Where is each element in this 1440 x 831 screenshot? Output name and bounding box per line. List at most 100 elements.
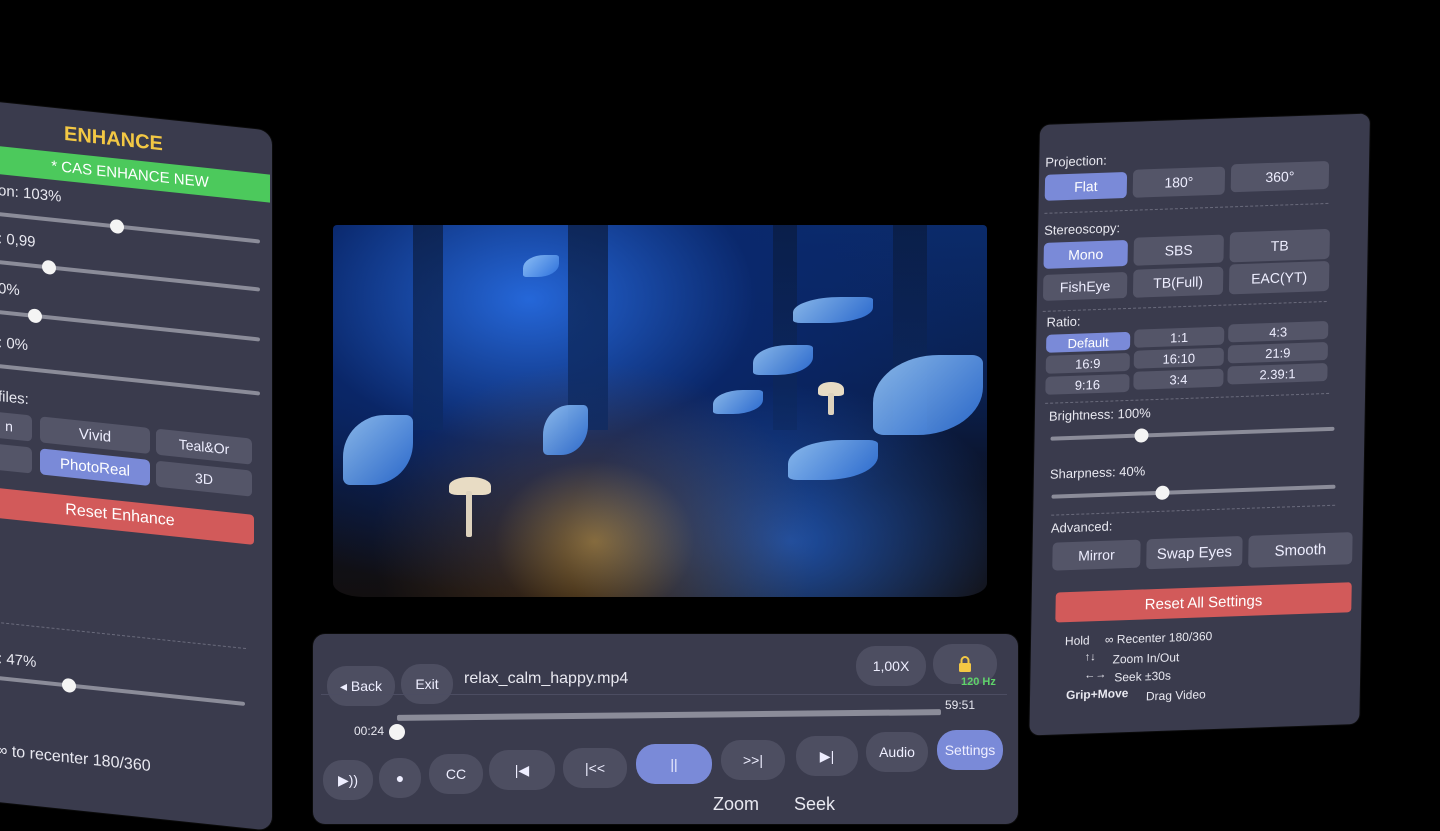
ratio-1-1-button[interactable]: 1:1 [1134, 326, 1225, 348]
next-button[interactable]: ▶| [796, 736, 858, 776]
lock-icon [959, 656, 971, 672]
divider [1051, 504, 1336, 516]
speed-button[interactable]: 1,00X [856, 646, 926, 686]
ratio-9-16-button[interactable]: 9:16 [1045, 373, 1130, 395]
projection-360-button[interactable]: 360° [1230, 160, 1330, 193]
profile-button[interactable] [0, 442, 32, 474]
hint-action: ∞ Recenter 180/360 [1104, 629, 1213, 647]
butterfly [343, 415, 413, 485]
smooth-button[interactable]: Smooth [1248, 532, 1353, 568]
ratio-16-10-button[interactable]: 16:10 [1133, 347, 1224, 369]
divider [0, 620, 246, 650]
slider-label: on: 103% [0, 181, 62, 206]
playback-controls: ◂ Back Exit relax_calm_happy.mp4 1,00X 1… [313, 634, 1018, 824]
stereo-sbs-button[interactable]: SBS [1133, 234, 1224, 266]
reset-enhance-button[interactable]: Reset Enhance [0, 486, 254, 545]
slider-knob[interactable] [42, 259, 56, 276]
profile-vivid-button[interactable]: Vivid [40, 416, 150, 454]
brightness-label: Brightness: 100% [1048, 405, 1151, 424]
profile-3d-button[interactable]: 3D [156, 460, 252, 497]
slider-label: 0% [0, 279, 20, 300]
fast-forward-button[interactable]: >>| [721, 740, 785, 780]
profile-tealor-button[interactable]: Teal&Or [156, 428, 252, 465]
settings-panel: Projection: Flat 180° 360° Stereoscopy: … [1029, 113, 1370, 736]
ratio-16-9-button[interactable]: 16:9 [1045, 352, 1130, 374]
pause-button[interactable]: || [636, 744, 712, 784]
total-duration: 59:51 [945, 698, 976, 712]
profile-button[interactable]: n [0, 410, 32, 442]
record-button[interactable]: ● [379, 758, 421, 798]
divider [1045, 392, 1330, 404]
slider-track[interactable] [0, 259, 260, 292]
hint-action: Seek ±30s [1114, 668, 1172, 685]
seek-knob[interactable] [389, 724, 405, 740]
video-screen[interactable] [333, 225, 987, 597]
profiles-label: files: [0, 387, 29, 409]
sharpness-slider[interactable] [1051, 484, 1336, 499]
forest-trunk [773, 225, 797, 430]
mirror-button[interactable]: Mirror [1052, 539, 1141, 571]
butterfly [543, 405, 588, 455]
slider-label: : 0,99 [0, 229, 36, 251]
slider-track[interactable] [0, 675, 245, 706]
butterfly [788, 440, 878, 480]
back-button[interactable]: ◂ Back [327, 666, 395, 706]
reset-all-settings-button[interactable]: Reset All Settings [1055, 582, 1352, 623]
mushroom-stem [466, 491, 472, 537]
slider-knob[interactable] [28, 308, 42, 324]
brightness-slider[interactable] [1050, 426, 1335, 441]
audio-button[interactable]: Audio [866, 732, 928, 772]
projection-label: Projection: [1045, 152, 1107, 170]
butterfly [873, 355, 983, 435]
ratio-2-39-button[interactable]: 2.39:1 [1227, 362, 1328, 385]
enhance-title: ENHANCE [64, 122, 163, 156]
seek-bar[interactable] [396, 709, 942, 721]
stereo-mono-button[interactable]: Mono [1043, 239, 1128, 269]
slider-label: : 0% [0, 333, 29, 355]
ratio-21-9-button[interactable]: 21:9 [1227, 341, 1328, 364]
butterfly [713, 390, 763, 414]
slider-knob[interactable] [110, 218, 124, 235]
sharpness-label: Sharpness: 40% [1049, 463, 1146, 482]
hint-key: Grip+Move [1065, 685, 1129, 703]
projection-flat-button[interactable]: Flat [1044, 171, 1128, 201]
volume-button[interactable]: ▶)) [323, 760, 373, 800]
hint-key: ↑↓ [1084, 651, 1096, 664]
ratio-3-4-button[interactable]: 3:4 [1133, 368, 1224, 390]
video-filename: relax_calm_happy.mp4 [464, 670, 629, 687]
hint-key: ←→ [1084, 668, 1107, 682]
slider-knob[interactable] [62, 677, 76, 694]
advanced-label: Advanced: [1050, 518, 1113, 536]
exit-button[interactable]: Exit [401, 664, 453, 704]
refresh-rate-label: 120 Hz [961, 676, 996, 688]
mushroom-stem [828, 393, 834, 415]
sharpness-knob[interactable] [1155, 485, 1170, 501]
settings-button[interactable]: Settings [937, 730, 1003, 770]
swap-eyes-button[interactable]: Swap Eyes [1146, 535, 1243, 570]
captions-button[interactable]: CC [429, 754, 483, 794]
profile-photoreal-button[interactable]: PhotoReal [40, 448, 150, 486]
butterfly [753, 345, 813, 375]
hint-action: Zoom In/Out [1112, 650, 1180, 667]
slider-track[interactable] [0, 211, 260, 244]
slider-label: : 47% [0, 649, 37, 672]
enhance-panel: ENHANCE * CAS ENHANCE NEW on: 103% : 0,9… [0, 98, 272, 831]
brightness-knob[interactable] [1134, 428, 1149, 443]
ratio-default-button[interactable]: Default [1046, 331, 1131, 353]
projection-180-button[interactable]: 180° [1132, 166, 1226, 198]
slider-track[interactable] [0, 363, 260, 396]
hint-key: Hold [1064, 633, 1090, 649]
divider [1044, 202, 1329, 214]
rewind-button[interactable]: |<< [563, 748, 627, 788]
stereo-tbfull-button[interactable]: TB(Full) [1132, 266, 1224, 298]
recenter-hint: ∞ to recenter 180/360 [0, 741, 151, 776]
stereo-fisheye-button[interactable]: FishEye [1042, 271, 1128, 301]
stereo-eac-button[interactable]: EAC(YT) [1228, 260, 1330, 295]
divider [321, 694, 1007, 695]
stereo-tb-button[interactable]: TB [1229, 228, 1330, 263]
butterfly [523, 255, 559, 277]
ratio-4-3-button[interactable]: 4:3 [1228, 320, 1329, 343]
previous-button[interactable]: |◀ [489, 750, 555, 790]
elapsed-time: 00:24 [354, 724, 385, 738]
forest-trunk [568, 225, 608, 430]
